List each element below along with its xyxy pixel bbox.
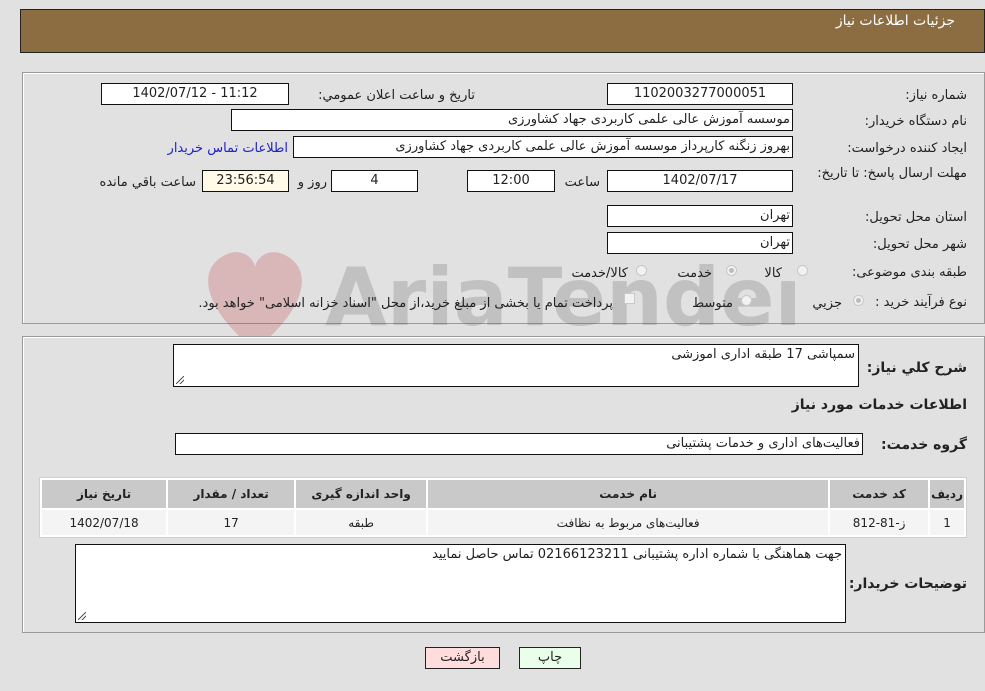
buyer-notes-label: توضیحات خریدار:	[848, 576, 967, 592]
resize-grip-icon[interactable]	[176, 376, 184, 384]
need-number-field: 1102003277000051	[607, 83, 793, 105]
process-medium-label: متوسط	[692, 296, 733, 311]
buyer-org-label: نام دستگاه خريدار:	[864, 114, 967, 129]
category-label: طبقه بندی موضوعی:	[851, 265, 967, 280]
process-medium-radio[interactable]	[741, 295, 752, 306]
treasury-note: پرداخت تمام یا بخشی از مبلغ خرید،از محل …	[198, 296, 613, 311]
cell-service-name: فعالیت‌های مربوط به نظافت	[428, 510, 829, 535]
summary-text: سمپاشی 17 طبقه اداری اموزشی	[671, 347, 855, 362]
cell-unit: طبقه	[296, 510, 427, 535]
announce-datetime-field: 1402/07/12 - 11:12	[101, 83, 289, 105]
time-remaining-label: ساعت باقي مانده	[99, 175, 196, 190]
need-number-label: شماره نیاز:	[905, 88, 967, 103]
services-heading: اطلاعات خدمات مورد نیاز	[791, 397, 967, 413]
deadline-time-label: ساعت	[564, 175, 600, 190]
buyer-notes-text: جهت هماهنگی با شماره اداره پشتیبانی 0216…	[432, 547, 842, 562]
deadline-label: مهلت ارسال پاسخ: تا تاریخ:	[817, 166, 967, 181]
summary-textarea[interactable]: سمپاشی 17 طبقه اداری اموزشی	[173, 344, 859, 387]
cell-row-number: 1	[930, 510, 964, 535]
cell-need-date: 1402/07/18	[42, 510, 167, 535]
category-goods-label: کالا	[764, 266, 782, 281]
buyer-org-field: موسسه آموزش عالی علمی کاربردی جهاد کشاور…	[231, 109, 793, 131]
requester-label: ایجاد کننده درخواست:	[847, 141, 967, 156]
treasury-checkbox[interactable]	[624, 293, 635, 304]
back-button[interactable]: بازگشت	[425, 647, 500, 669]
delivery-province-label: استان محل تحویل:	[865, 210, 967, 225]
deadline-date-field: 1402/07/17	[607, 170, 793, 192]
days-remaining-field: 4	[331, 170, 418, 192]
col-service-name: نام خدمت	[428, 480, 829, 508]
cell-quantity: 17	[168, 510, 295, 535]
category-service-radio[interactable]	[726, 265, 737, 276]
table-row: 1 ز-81-812 فعالیت‌های مربوط به نظافت طبق…	[42, 510, 964, 535]
category-goods-service-label: کالا/خدمت	[571, 266, 628, 281]
col-service-code: کد خدمت	[830, 480, 929, 508]
service-group-label: گروه خدمت:	[881, 437, 967, 453]
category-goods-service-radio[interactable]	[636, 265, 647, 276]
resize-grip-icon[interactable]	[78, 612, 86, 620]
delivery-city-label: شهر محل تحویل:	[872, 237, 967, 252]
col-unit: واحد اندازه گیری	[296, 480, 427, 508]
deadline-time-field: 12:00	[467, 170, 555, 192]
service-group-field: فعالیت‌های اداری و خدمات پشتیبانی	[175, 433, 863, 455]
category-service-label: خدمت	[677, 266, 712, 281]
category-goods-radio[interactable]	[797, 265, 808, 276]
print-button[interactable]: چاپ	[519, 647, 581, 669]
requester-field: بهروز زنگنه کارپرداز موسسه آموزش عالی عل…	[293, 136, 793, 158]
time-remaining-field: 23:56:54	[202, 170, 289, 192]
announce-datetime-label: تاریخ و ساعت اعلان عمومي:	[318, 88, 475, 103]
purchase-process-label: نوع فرآیند خرید :	[875, 295, 967, 310]
buyer-notes-textarea[interactable]: جهت هماهنگی با شماره اداره پشتیبانی 0216…	[75, 544, 846, 623]
col-need-date: تاریخ نیاز	[42, 480, 167, 508]
page-title: جزئیات اطلاعات نیاز	[835, 13, 955, 29]
col-quantity: تعداد / مقدار	[168, 480, 295, 508]
cell-service-code: ز-81-812	[830, 510, 929, 535]
days-label: روز و	[297, 175, 327, 190]
process-minor-label: جزيي	[812, 296, 842, 311]
buyer-contact-link[interactable]: اطلاعات تماس خریدار	[168, 141, 288, 156]
process-minor-radio[interactable]	[853, 295, 864, 306]
delivery-province-field: تهران	[607, 205, 793, 227]
delivery-city-field: تهران	[607, 232, 793, 254]
services-table: ردیف کد خدمت نام خدمت واحد اندازه گیری ت…	[39, 477, 967, 538]
summary-label: شرح کلي نياز:	[866, 360, 967, 376]
col-row-number: ردیف	[930, 480, 964, 508]
table-header-row: ردیف کد خدمت نام خدمت واحد اندازه گیری ت…	[42, 480, 964, 508]
